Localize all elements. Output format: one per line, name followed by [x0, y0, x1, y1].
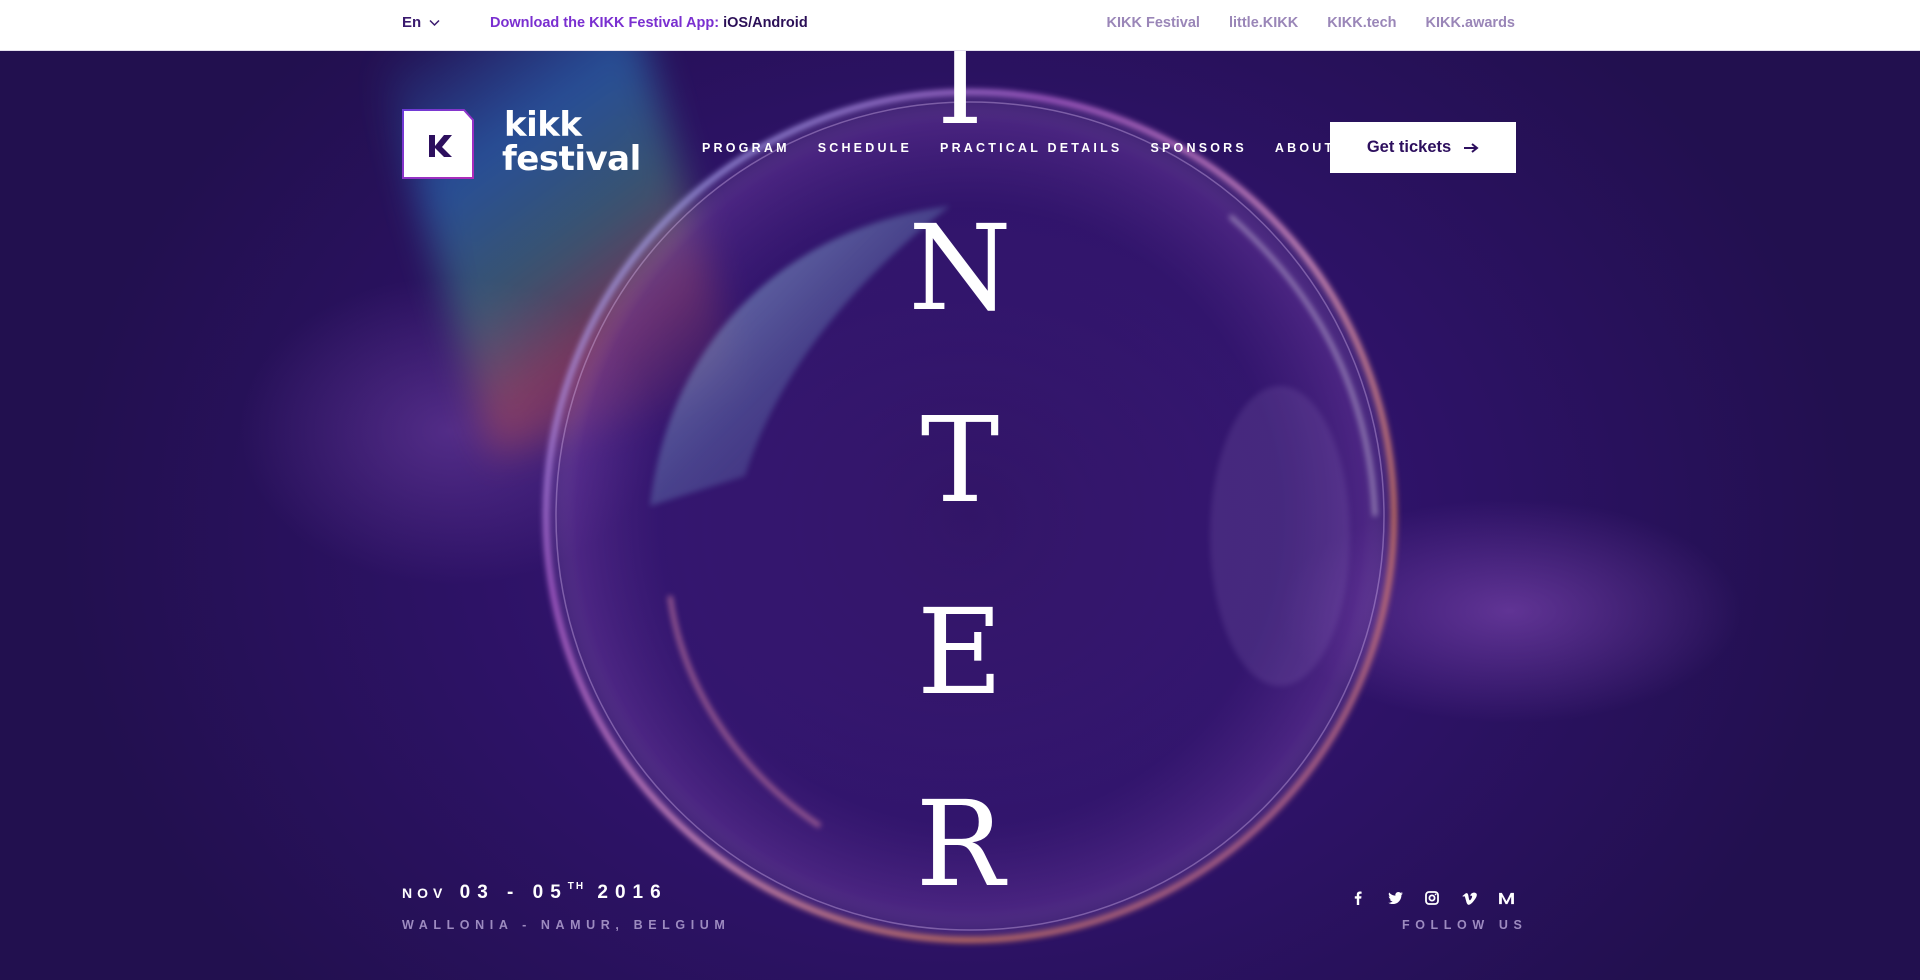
sister-sites-nav: KIKK Festival little.KIKK KIKK.tech KIKK… — [1106, 15, 1515, 31]
app-download-link[interactable]: Download the KIKK Festival App: iOS/Andr… — [490, 15, 808, 31]
chevron-down-icon — [429, 19, 440, 26]
nav-item-program[interactable]: PROGRAM — [702, 141, 790, 155]
instagram-icon[interactable] — [1420, 887, 1444, 909]
app-promo-lead: Download the KIKK Festival App: — [490, 15, 720, 31]
event-year: 2016 — [597, 882, 668, 903]
main-nav: PROGRAM SCHEDULE PRACTICAL DETAILS SPONS… — [702, 141, 1335, 155]
get-tickets-label: Get tickets — [1366, 138, 1452, 156]
follow-us-label: FOLLOW US — [1402, 918, 1528, 932]
language-label: En — [402, 14, 422, 31]
nav-item-schedule[interactable]: SCHEDULE — [818, 141, 912, 155]
hero-section: kikk festival PROGRAM SCHEDULE PRACTICAL… — [0, 51, 1920, 980]
logo-wordmark: kikk festival — [502, 108, 641, 176]
medium-icon[interactable] — [1494, 887, 1518, 909]
logo-line-kikk: kikk — [504, 105, 582, 145]
nav-item-about[interactable]: ABOUT — [1275, 141, 1335, 155]
event-days-suffix: TH — [567, 881, 586, 892]
hero-letter-e: E — [916, 583, 1004, 721]
event-days: 03 - 05 — [459, 882, 568, 903]
kikk-festival-logo[interactable]: kikk festival — [402, 108, 641, 179]
event-month: NOV — [402, 885, 448, 901]
language-selector[interactable]: En — [402, 14, 440, 31]
facebook-icon[interactable] — [1346, 887, 1370, 909]
site-link-little-kikk[interactable]: little.KIKK — [1229, 15, 1298, 31]
event-location: WALLONIA - NAMUR, BELGIUM — [402, 918, 731, 932]
site-link-kikk-tech[interactable]: KIKK.tech — [1327, 15, 1396, 31]
kikk-logo-mark-icon — [402, 109, 474, 179]
get-tickets-button[interactable]: Get tickets — [1330, 122, 1516, 173]
social-links — [1346, 887, 1518, 909]
hero-letter-r: R — [915, 775, 1005, 913]
twitter-icon[interactable] — [1383, 887, 1407, 909]
event-dates: NOV 03 - 05TH 2016 — [402, 881, 668, 904]
hero-letter-n: N — [908, 199, 1012, 337]
site-link-kikk-festival[interactable]: KIKK Festival — [1106, 15, 1199, 31]
logo-line-festival: festival — [502, 139, 641, 179]
app-promo-platforms: iOS/Android — [723, 15, 808, 31]
hero-letter-t: T — [920, 391, 1000, 529]
arrow-right-icon — [1464, 142, 1479, 153]
hero-letter-i: I — [936, 51, 984, 151]
vimeo-icon[interactable] — [1457, 887, 1481, 909]
site-link-kikk-awards[interactable]: KIKK.awards — [1426, 15, 1515, 31]
nav-item-sponsors[interactable]: SPONSORS — [1150, 141, 1246, 155]
top-utility-bar: En Download the KIKK Festival App: iOS/A… — [0, 0, 1920, 51]
